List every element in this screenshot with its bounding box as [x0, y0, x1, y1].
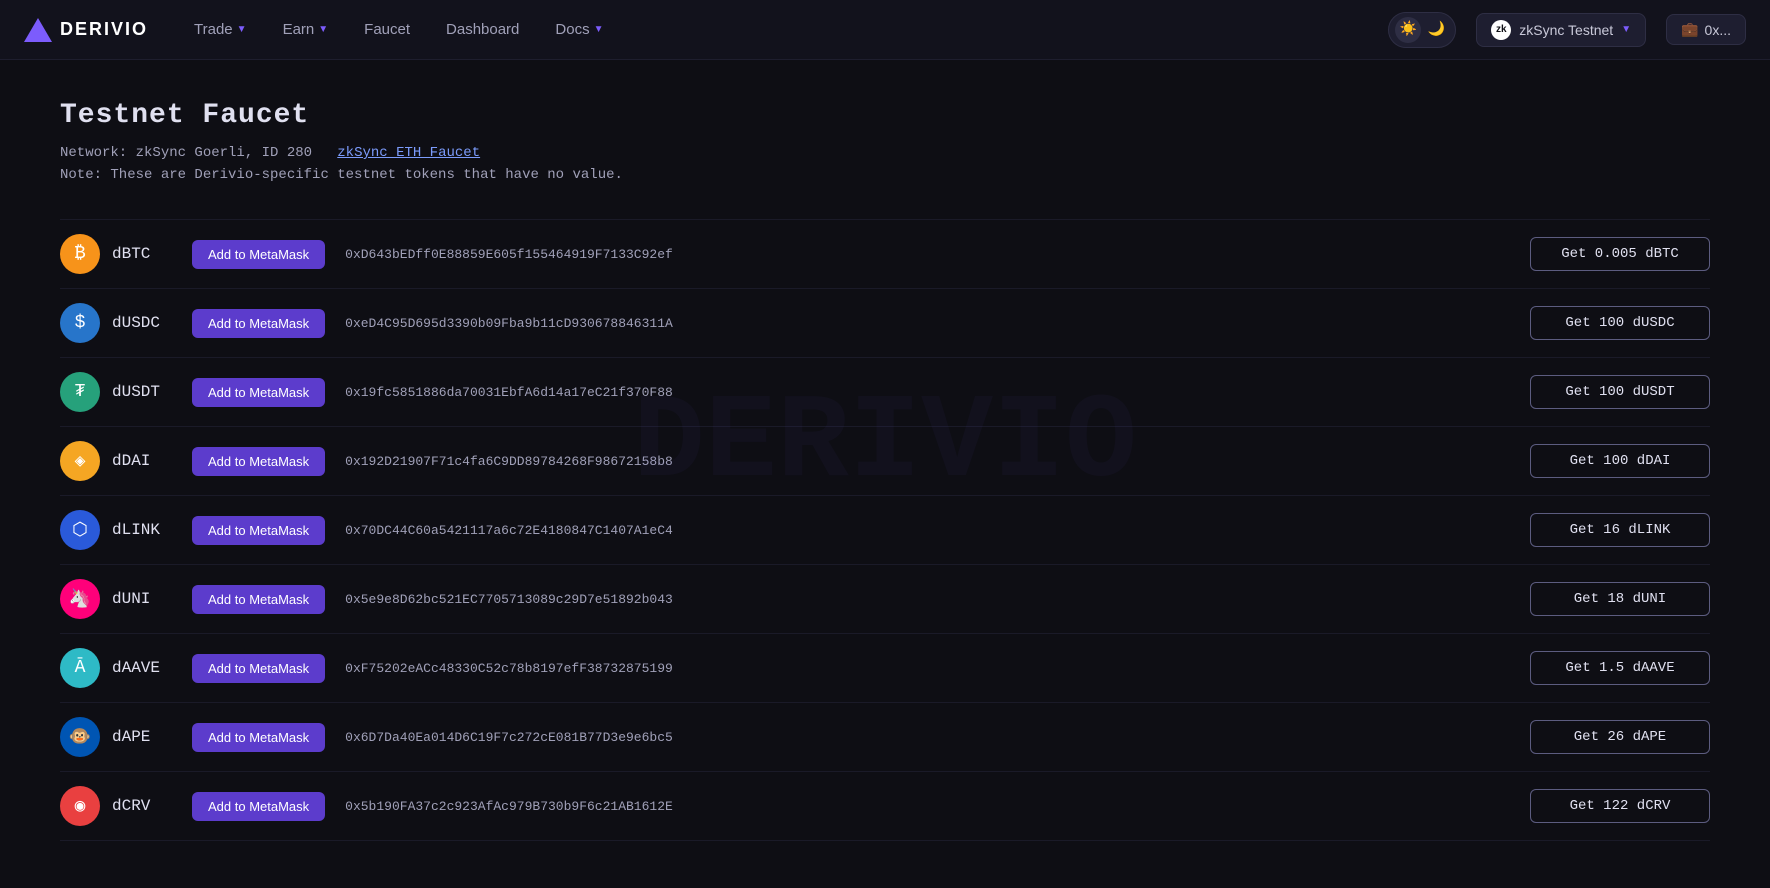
get-token-button-dcrv[interactable]: Get 122 dCRV [1530, 789, 1710, 823]
token-symbol: dAPE [112, 728, 192, 746]
token-address-daave: 0xF75202eACc48330C52c78b8197efF387328751… [345, 661, 1510, 676]
token-symbol: dUSDC [112, 314, 192, 332]
wallet-address: 0x... [1705, 22, 1731, 38]
get-token-button-dape[interactable]: Get 26 dAPE [1530, 720, 1710, 754]
add-metamask-button-dlink[interactable]: Add to MetaMask [192, 516, 325, 545]
token-row: Ā dAAVE Add to MetaMask 0xF75202eACc4833… [60, 634, 1710, 703]
token-symbol: dBTC [112, 245, 192, 263]
page-title: Testnet Faucet [60, 100, 1710, 131]
get-token-button-dusdt[interactable]: Get 100 dUSDT [1530, 375, 1710, 409]
token-icon-dape: 🐵 [60, 717, 100, 757]
navbar: DERIVIO Trade ▼ Earn ▼ Faucet Dashboard … [0, 0, 1770, 60]
nav-item-docs[interactable]: Docs ▼ [541, 13, 617, 46]
chevron-down-icon: ▼ [1621, 24, 1631, 35]
token-address-dusdt: 0x19fc5851886da70031EbfA6d14a17eC21f370F… [345, 385, 1510, 400]
token-icon-duni: 🦄 [60, 579, 100, 619]
network-selector[interactable]: zk zkSync Testnet ▼ [1476, 13, 1646, 47]
token-symbol: dAAVE [112, 659, 192, 677]
logo[interactable]: DERIVIO [24, 18, 148, 42]
token-icon-ddai: ◈ [60, 441, 100, 481]
wallet-icon: 💼 [1681, 21, 1698, 38]
nav-item-earn[interactable]: Earn ▼ [269, 13, 343, 46]
network-info: Network: zkSync Goerli, ID 280 zkSync ET… [60, 145, 1710, 161]
token-list: ₿ dBTC Add to MetaMask 0xD643bEDff0E8885… [60, 219, 1710, 841]
token-address-dusdc: 0xeD4C95D695d3390b09Fba9b11cD93067884631… [345, 316, 1510, 331]
nav-item-faucet[interactable]: Faucet [350, 13, 424, 46]
token-symbol: dLINK [112, 521, 192, 539]
token-symbol: dCRV [112, 797, 192, 815]
token-icon-dusdt: ₮ [60, 372, 100, 412]
token-address-dcrv: 0x5b190FA37c2c923AfAc979B730b9F6c21AB161… [345, 799, 1510, 814]
get-token-button-ddai[interactable]: Get 100 dDAI [1530, 444, 1710, 478]
token-row: ⬡ dLINK Add to MetaMask 0x70DC44C60a5421… [60, 496, 1710, 565]
token-symbol: dUSDT [112, 383, 192, 401]
theme-toggle[interactable]: ☀️ 🌙 [1388, 12, 1456, 48]
token-icon-dusdc: $ [60, 303, 100, 343]
token-icon-daave: Ā [60, 648, 100, 688]
get-token-button-duni[interactable]: Get 18 dUNI [1530, 582, 1710, 616]
get-token-button-dusdc[interactable]: Get 100 dUSDC [1530, 306, 1710, 340]
token-icon-dlink: ⬡ [60, 510, 100, 550]
token-icon-dbtc: ₿ [60, 234, 100, 274]
add-metamask-button-daave[interactable]: Add to MetaMask [192, 654, 325, 683]
network-icon: zk [1491, 20, 1511, 40]
add-metamask-button-dusdt[interactable]: Add to MetaMask [192, 378, 325, 407]
token-row: ◈ dDAI Add to MetaMask 0x192D21907F71c4f… [60, 427, 1710, 496]
nav-item-dashboard[interactable]: Dashboard [432, 13, 533, 46]
network-name: zkSync Testnet [1519, 22, 1613, 38]
logo-text: DERIVIO [60, 19, 148, 40]
add-metamask-button-duni[interactable]: Add to MetaMask [192, 585, 325, 614]
token-row: 🐵 dAPE Add to MetaMask 0x6D7Da40Ea014D6C… [60, 703, 1710, 772]
get-token-button-dlink[interactable]: Get 16 dLINK [1530, 513, 1710, 547]
token-row: 🦄 dUNI Add to MetaMask 0x5e9e8D62bc521EC… [60, 565, 1710, 634]
token-address-dbtc: 0xD643bEDff0E88859E605f155464919F7133C92… [345, 247, 1510, 262]
token-row: ◉ dCRV Add to MetaMask 0x5b190FA37c2c923… [60, 772, 1710, 841]
token-address-dape: 0x6D7Da40Ea014D6C19F7c272cE081B77D3e9e6b… [345, 730, 1510, 745]
eth-faucet-link[interactable]: zkSync ETH Faucet [337, 145, 480, 161]
get-token-button-dbtc[interactable]: Get 0.005 dBTC [1530, 237, 1710, 271]
add-metamask-button-dusdc[interactable]: Add to MetaMask [192, 309, 325, 338]
token-symbol: dUNI [112, 590, 192, 608]
add-metamask-button-dcrv[interactable]: Add to MetaMask [192, 792, 325, 821]
token-icon-dcrv: ◉ [60, 786, 100, 826]
add-metamask-button-dbtc[interactable]: Add to MetaMask [192, 240, 325, 269]
moon-icon[interactable]: 🌙 [1423, 17, 1449, 43]
sun-icon[interactable]: ☀️ [1395, 17, 1421, 43]
token-address-duni: 0x5e9e8D62bc521EC7705713089c29D7e51892b0… [345, 592, 1510, 607]
token-row: ₮ dUSDT Add to MetaMask 0x19fc5851886da7… [60, 358, 1710, 427]
chevron-down-icon: ▼ [318, 24, 328, 35]
token-row: $ dUSDC Add to MetaMask 0xeD4C95D695d339… [60, 289, 1710, 358]
chevron-down-icon: ▼ [594, 24, 604, 35]
logo-triangle-icon [24, 18, 52, 42]
get-token-button-daave[interactable]: Get 1.5 dAAVE [1530, 651, 1710, 685]
token-symbol: dDAI [112, 452, 192, 470]
chevron-down-icon: ▼ [237, 24, 247, 35]
token-row: ₿ dBTC Add to MetaMask 0xD643bEDff0E8885… [60, 219, 1710, 289]
token-address-ddai: 0x192D21907F71c4fa6C9DD89784268F98672158… [345, 454, 1510, 469]
add-metamask-button-ddai[interactable]: Add to MetaMask [192, 447, 325, 476]
main-content: Testnet Faucet Network: zkSync Goerli, I… [0, 60, 1770, 881]
nav-item-trade[interactable]: Trade ▼ [180, 13, 261, 46]
token-address-dlink: 0x70DC44C60a5421117a6c72E4180847C1407A1e… [345, 523, 1510, 538]
note-text: Note: These are Derivio-specific testnet… [60, 167, 1710, 183]
add-metamask-button-dape[interactable]: Add to MetaMask [192, 723, 325, 752]
wallet-button[interactable]: 💼 0x... [1666, 14, 1746, 45]
